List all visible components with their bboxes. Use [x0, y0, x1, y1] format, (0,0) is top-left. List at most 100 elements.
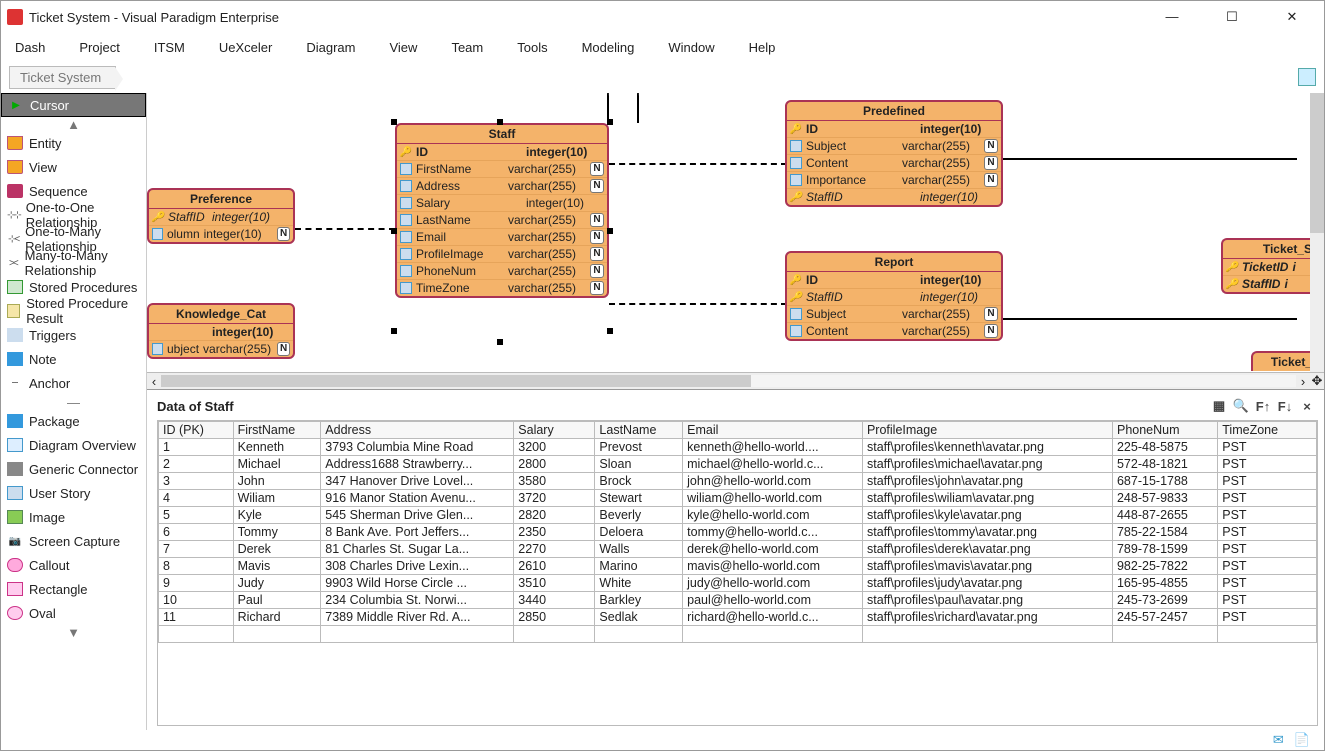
table-cell[interactable]: 5 [159, 507, 234, 524]
table-cell[interactable]: 3510 [514, 575, 595, 592]
table-cell[interactable]: 545 Sherman Drive Glen... [321, 507, 514, 524]
table-cell[interactable]: Deloera [595, 524, 683, 541]
table-row[interactable]: 10Paul234 Columbia St. Norwi...3440Barkl… [159, 592, 1317, 609]
table-cell[interactable]: Marino [595, 558, 683, 575]
tool-diagram-overview[interactable]: Diagram Overview [1, 433, 146, 457]
table-cell[interactable]: john@hello-world.com [683, 473, 863, 490]
tool-callout[interactable]: Callout [1, 553, 146, 577]
table-cell[interactable]: Sloan [595, 456, 683, 473]
table-cell[interactable]: staff\profiles\michael\avatar.png [862, 456, 1112, 473]
table-cell[interactable]: Sedlak [595, 609, 683, 626]
table-cell[interactable]: 3200 [514, 439, 595, 456]
table-cell[interactable]: 7389 Middle River Rd. A... [321, 609, 514, 626]
tool-user-story[interactable]: User Story [1, 481, 146, 505]
tool-generic-connector[interactable]: Generic Connector [1, 457, 146, 481]
menu-uexceler[interactable]: UeXceler [219, 40, 272, 55]
entity-column[interactable]: Addressvarchar(255)N [397, 178, 607, 195]
tool-triggers[interactable]: Triggers [1, 323, 146, 347]
table-cell[interactable]: michael@hello-world.c... [683, 456, 863, 473]
table-cell[interactable]: 916 Manor Station Avenu... [321, 490, 514, 507]
table-cell[interactable]: Kenneth [233, 439, 321, 456]
table-cell[interactable]: 245-73-2699 [1112, 592, 1217, 609]
tool-stored-proc-r[interactable]: Stored Procedure Result [1, 299, 146, 323]
table-row[interactable]: 1Kenneth3793 Columbia Mine Road3200Prevo… [159, 439, 1317, 456]
table-cell[interactable]: PST [1218, 473, 1317, 490]
tool-note[interactable]: Note [1, 347, 146, 371]
toolbox-collapse-up[interactable]: ▲ [1, 117, 146, 131]
table-cell[interactable]: PST [1218, 524, 1317, 541]
entity-column[interactable]: Contentvarchar(255)N [787, 323, 1001, 339]
column-header[interactable]: PhoneNum [1112, 422, 1217, 439]
selection-handle[interactable] [607, 119, 613, 125]
table-cell[interactable]: 3793 Columbia Mine Road [321, 439, 514, 456]
table-cell[interactable]: PST [1218, 609, 1317, 626]
table-cell[interactable]: kenneth@hello-world.... [683, 439, 863, 456]
table-cell[interactable]: staff\profiles\kenneth\avatar.png [862, 439, 1112, 456]
entity-column[interactable]: 🔑IDinteger(10) [787, 121, 1001, 138]
tool-package[interactable]: Package [1, 409, 146, 433]
grid-sort-asc-icon[interactable]: F↑ [1252, 396, 1274, 416]
table-cell[interactable]: staff\profiles\tommy\avatar.png [862, 524, 1112, 541]
table-cell[interactable]: Kyle [233, 507, 321, 524]
toolbox-collapse-down[interactable]: ▼ [1, 625, 146, 639]
table-row[interactable]: 6Tommy8 Bank Ave. Port Jeffers...2350Del… [159, 524, 1317, 541]
column-header[interactable]: Salary [514, 422, 595, 439]
table-cell[interactable]: staff\profiles\paul\avatar.png [862, 592, 1112, 609]
column-header[interactable]: Address [321, 422, 514, 439]
entity-column[interactable]: 🔑TicketIDi [1223, 259, 1316, 276]
table-cell[interactable]: 308 Charles Drive Lexin... [321, 558, 514, 575]
table-cell[interactable]: staff\profiles\wiliam\avatar.png [862, 490, 1112, 507]
table-cell[interactable]: PST [1218, 575, 1317, 592]
table-cell[interactable]: 81 Charles St. Sugar La... [321, 541, 514, 558]
entity-ticket[interactable]: Ticket_ [1251, 351, 1316, 371]
entity-column[interactable]: 🔑StaffIDi [1223, 276, 1316, 292]
table-cell[interactable]: 687-15-1788 [1112, 473, 1217, 490]
table-cell[interactable]: kyle@hello-world.com [683, 507, 863, 524]
entity-column[interactable]: ProfileImagevarchar(255)N [397, 246, 607, 263]
table-cell[interactable]: 789-78-1599 [1112, 541, 1217, 558]
menu-view[interactable]: View [389, 40, 417, 55]
table-cell[interactable]: wiliam@hello-world.com [683, 490, 863, 507]
entity-knowledge-cat[interactable]: Knowledge_Cat integer(10)ubjectvarchar(2… [147, 303, 295, 359]
table-cell[interactable]: 225-48-5875 [1112, 439, 1217, 456]
minimize-button[interactable]: — [1154, 9, 1190, 25]
entity-column[interactable]: olumninteger(10)N [149, 226, 293, 242]
entity-staff[interactable]: Staff 🔑IDinteger(10)FirstNamevarchar(255… [395, 123, 609, 298]
table-row[interactable]: 4Wiliam916 Manor Station Avenu...3720Ste… [159, 490, 1317, 507]
tool-view[interactable]: View [1, 155, 146, 179]
column-header[interactable]: FirstName [233, 422, 321, 439]
tool-cursor[interactable]: ▶Cursor [1, 93, 146, 117]
move-canvas-icon[interactable]: ✥ [1310, 373, 1324, 389]
tool-rectangle[interactable]: Rectangle [1, 577, 146, 601]
table-cell[interactable]: richard@hello-world.c... [683, 609, 863, 626]
menu-project[interactable]: Project [79, 40, 119, 55]
entity-column[interactable]: Emailvarchar(255)N [397, 229, 607, 246]
table-cell[interactable]: 2820 [514, 507, 595, 524]
entity-column[interactable]: Contentvarchar(255)N [787, 155, 1001, 172]
menu-tools[interactable]: Tools [517, 40, 547, 55]
relation-line[interactable] [997, 318, 1297, 320]
relation-line[interactable] [295, 228, 395, 230]
table-cell[interactable]: 6 [159, 524, 234, 541]
canvas-vscroll[interactable] [1310, 93, 1324, 372]
grid-search-icon[interactable]: 🔍 [1230, 396, 1252, 416]
entity-column[interactable]: PhoneNumvarchar(255)N [397, 263, 607, 280]
breadcrumb[interactable]: Ticket System [9, 66, 116, 89]
table-cell[interactable]: 9903 Wild Horse Circle ... [321, 575, 514, 592]
table-cell[interactable]: 234 Columbia St. Norwi... [321, 592, 514, 609]
canvas-hscroll[interactable]: ‹ › ✥ [147, 373, 1324, 389]
table-cell[interactable]: 7 [159, 541, 234, 558]
table-cell[interactable]: Walls [595, 541, 683, 558]
table-cell[interactable]: mavis@hello-world.com [683, 558, 863, 575]
selection-handle[interactable] [497, 339, 503, 345]
table-cell[interactable]: 2350 [514, 524, 595, 541]
table-cell[interactable]: staff\profiles\kyle\avatar.png [862, 507, 1112, 524]
table-cell[interactable]: 2 [159, 456, 234, 473]
entity-preference[interactable]: Preference 🔑StaffIDinteger(10)olumninteg… [147, 188, 295, 244]
grid-sort-desc-icon[interactable]: F↓ [1274, 396, 1296, 416]
entity-column[interactable]: Subjectvarchar(255)N [787, 306, 1001, 323]
table-row[interactable]: 8Mavis308 Charles Drive Lexin...2610Mari… [159, 558, 1317, 575]
selection-handle[interactable] [607, 328, 613, 334]
column-header[interactable]: Email [683, 422, 863, 439]
table-cell[interactable]: 3720 [514, 490, 595, 507]
